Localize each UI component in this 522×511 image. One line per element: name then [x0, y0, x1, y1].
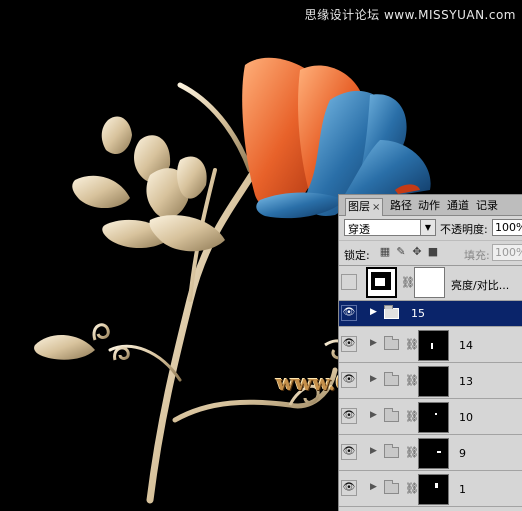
panel-tab-bar: 图层 × 路径 动作 通道 记录	[339, 195, 522, 216]
triangle-right-icon[interactable]: ▶	[370, 482, 377, 492]
folder-icon	[384, 305, 399, 319]
blend-mode-value: 穿透	[348, 223, 370, 236]
visibility-toggle-empty[interactable]	[341, 274, 357, 290]
tab-layers[interactable]: 图层 ×	[345, 198, 384, 216]
layer-mask-thumbnail	[414, 267, 445, 298]
chain-link-icon[interactable]: ⛓	[401, 276, 415, 289]
eye-icon[interactable]: 👁	[341, 480, 357, 496]
close-icon[interactable]: ×	[372, 202, 380, 213]
chevron-down-icon[interactable]: ▼	[420, 220, 435, 235]
layer-row[interactable]: 👁 ▶ ⛓ 14	[339, 327, 522, 363]
layer-row[interactable]: 👁 ▶ ⛓ 9	[339, 435, 522, 471]
layer-name: 13	[459, 375, 473, 388]
triangle-right-icon[interactable]: ▶	[370, 410, 377, 420]
lock-brush-icon[interactable]: ✎	[395, 246, 407, 258]
tab-layers-label: 图层	[348, 200, 370, 213]
adjustment-thumbnail	[366, 267, 397, 298]
chain-link-icon[interactable]: ⛓	[405, 410, 419, 423]
opacity-label: 不透明度:	[440, 223, 488, 236]
tab-actions[interactable]: 动作	[416, 198, 442, 215]
eye-icon[interactable]: 👁	[341, 372, 357, 388]
lock-row: 锁定: ▦ ✎ ✥ ■ 填充: 100%	[339, 241, 522, 266]
layer-name: 9	[459, 447, 466, 460]
fill-label: 填充:	[464, 249, 490, 262]
cream-leaves	[34, 116, 225, 360]
eye-icon[interactable]: 👁	[341, 336, 357, 352]
layer-mask-thumbnail	[418, 438, 449, 469]
layer-mask-thumbnail	[418, 330, 449, 361]
blend-mode-select[interactable]: 穿透 ▼	[344, 219, 436, 236]
layers-panel: 图层× 路径 动作 通道 记录 穿透 ▼ 不透明度: 100% 锁定: ▦ ✎ …	[338, 194, 522, 511]
layer-row[interactable]: 👁 ▶ ⛓ 1	[339, 471, 522, 507]
lock-position-icon[interactable]: ✥	[411, 246, 423, 258]
lock-all-icon[interactable]: ■	[427, 246, 439, 258]
layer-mask-thumbnail	[418, 366, 449, 397]
triangle-right-icon[interactable]: ▶	[370, 338, 377, 348]
triangle-right-icon[interactable]: ▶	[370, 374, 377, 384]
blend-row: 穿透 ▼ 不透明度: 100%	[339, 216, 522, 241]
folder-icon	[384, 444, 399, 458]
layer-mask-thumbnail	[418, 402, 449, 433]
folder-icon	[384, 372, 399, 386]
layer-row[interactable]: 👁 ▶ ⛓ 10	[339, 399, 522, 435]
watermark-top: 思缘设计论坛 www.MISSYUAN.com	[304, 8, 516, 22]
adjustment-layer-row[interactable]: ⛓ 亮度/对比...	[339, 265, 522, 301]
layer-name: 亮度/对比...	[451, 279, 510, 292]
eye-icon[interactable]: 👁	[341, 444, 357, 460]
tab-channels[interactable]: 通道	[445, 198, 471, 215]
lock-label: 锁定:	[344, 249, 370, 262]
chain-link-icon[interactable]: ⛓	[405, 374, 419, 387]
layer-mask-thumbnail	[418, 474, 449, 505]
fill-field[interactable]: 100%	[492, 244, 522, 261]
layer-name: 14	[459, 339, 473, 352]
eye-icon[interactable]: 👁	[341, 408, 357, 424]
layer-row[interactable]: 👁 ▶ ⛓ 13	[339, 363, 522, 399]
triangle-right-icon[interactable]: ▶	[370, 446, 377, 456]
triangle-right-icon[interactable]: ▶	[370, 307, 377, 317]
folder-icon	[384, 408, 399, 422]
layer-row[interactable]: 👁 ▶ 15	[339, 301, 522, 327]
chain-link-icon[interactable]: ⛓	[405, 482, 419, 495]
eye-icon[interactable]: 👁	[341, 305, 357, 321]
folder-icon	[384, 480, 399, 494]
folder-icon	[384, 336, 399, 350]
layer-name: 1	[459, 483, 466, 496]
tab-paths[interactable]: 路径	[388, 198, 414, 215]
layer-name: 15	[411, 307, 425, 320]
chain-link-icon[interactable]: ⛓	[405, 446, 419, 459]
tab-history[interactable]: 记录	[474, 198, 500, 215]
opacity-field[interactable]: 100%	[492, 219, 522, 236]
chain-link-icon[interactable]: ⛓	[405, 338, 419, 351]
lock-transparency-icon[interactable]: ▦	[379, 246, 391, 258]
layer-name: 10	[459, 411, 473, 424]
